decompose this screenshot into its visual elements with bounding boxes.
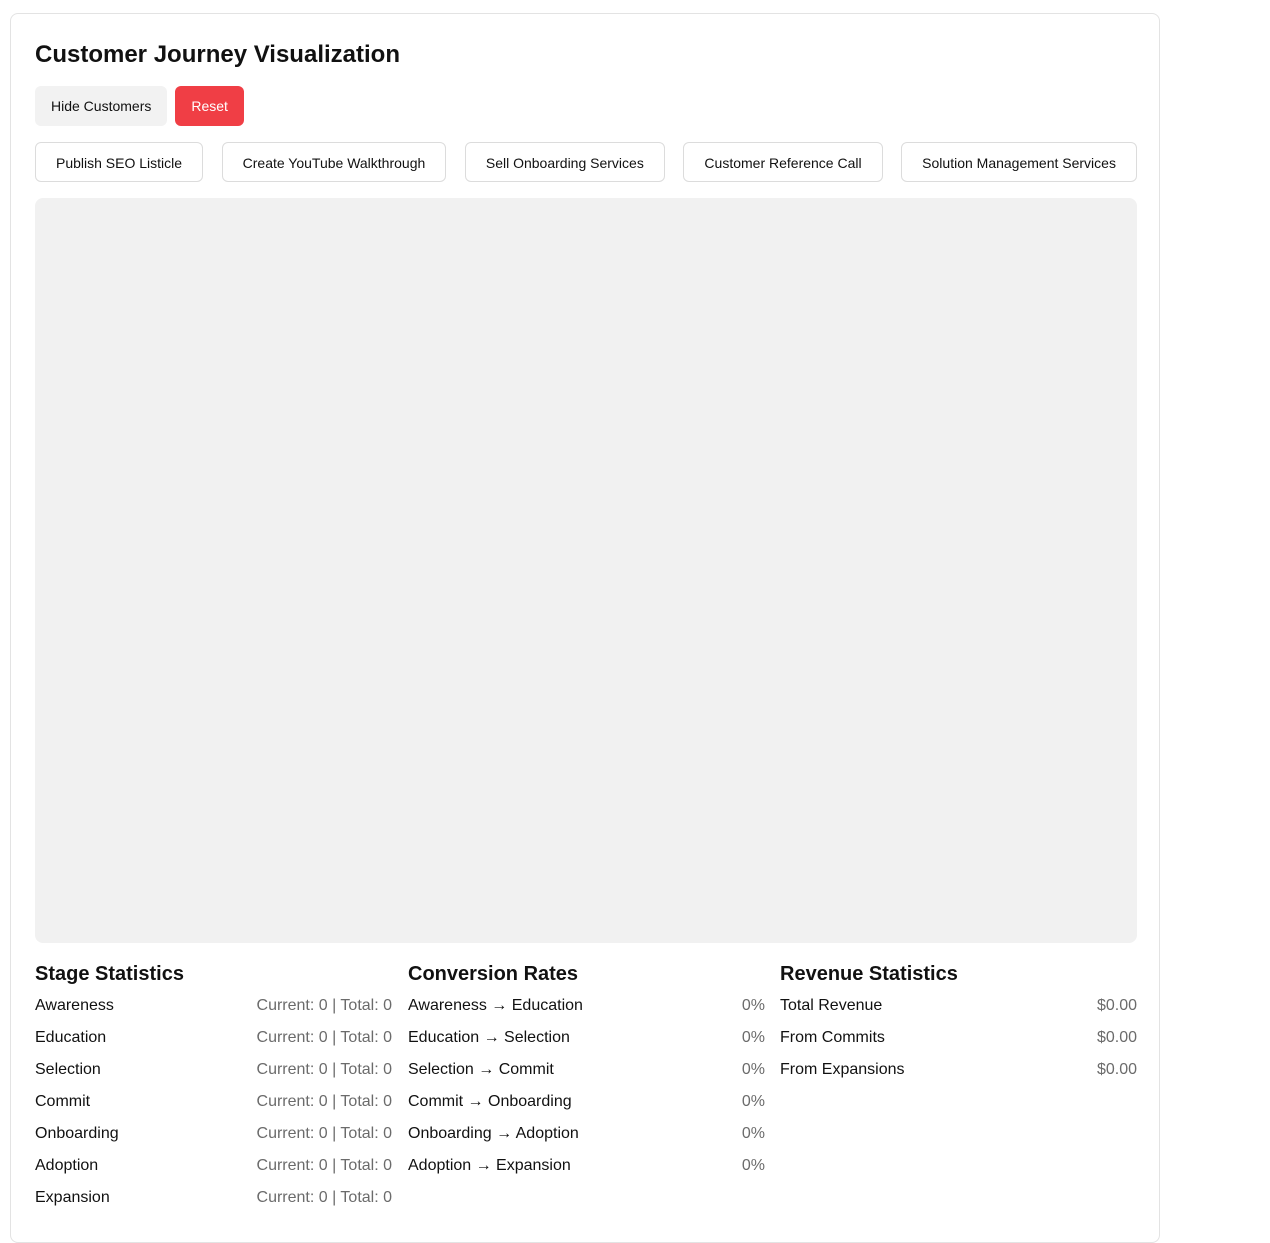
stage-value: Current: 0 | Total: 0 — [256, 1029, 392, 1046]
stage-row-commit: Commit Current: 0 | Total: 0 — [35, 1092, 392, 1124]
conversion-row: Onboarding → Adoption 0% — [408, 1124, 765, 1156]
conversion-label: Adoption → Expansion — [408, 1157, 571, 1174]
stage-label: Onboarding — [35, 1125, 119, 1142]
conversion-value: 0% — [741, 1093, 765, 1110]
stage-row-onboarding: Onboarding Current: 0 | Total: 0 — [35, 1124, 392, 1156]
conversion-value: 0% — [741, 1029, 765, 1046]
stage-row-adoption: Adoption Current: 0 | Total: 0 — [35, 1156, 392, 1188]
revenue-label: From Expansions — [780, 1061, 905, 1078]
stage-statistics-heading: Stage Statistics — [35, 963, 184, 985]
revenue-row-commits: From Commits $0.00 — [780, 1028, 1137, 1060]
revenue-value: $0.00 — [1096, 1029, 1137, 1046]
stage-label: Awareness — [35, 997, 114, 1014]
revenue-value: $0.00 — [1096, 997, 1137, 1014]
stage-row-expansion: Expansion Current: 0 | Total: 0 — [35, 1188, 392, 1220]
publish-seo-listicle-button[interactable]: Publish SEO Listicle — [35, 142, 204, 182]
customer-reference-call-button[interactable]: Customer Reference Call — [683, 142, 883, 182]
conversion-row: Education → Selection 0% — [408, 1028, 765, 1060]
stage-label: Selection — [35, 1061, 101, 1078]
conversion-rates-heading: Conversion Rates — [408, 963, 579, 985]
revenue-row-expansions: From Expansions $0.00 — [780, 1060, 1137, 1092]
solution-management-services-button[interactable]: Solution Management Services — [901, 142, 1137, 182]
hide-customers-button[interactable]: Hide Customers — [35, 86, 168, 126]
stage-row-education: Education Current: 0 | Total: 0 — [35, 1028, 392, 1060]
journey-visualization-canvas[interactable] — [35, 198, 1137, 943]
conversion-row: Adoption → Expansion 0% — [408, 1156, 765, 1188]
reset-button[interactable]: Reset — [175, 86, 244, 126]
main-card: Customer Journey Visualization Hide Cust… — [10, 13, 1160, 1243]
sell-onboarding-services-button[interactable]: Sell Onboarding Services — [464, 142, 665, 182]
revenue-statistics-heading: Revenue Statistics — [780, 963, 958, 985]
revenue-label: Total Revenue — [780, 997, 883, 1014]
conversion-label: Education → Selection — [408, 1029, 570, 1046]
action-button-row: Publish SEO Listicle Create YouTube Walk… — [35, 142, 1137, 182]
stage-label: Education — [35, 1029, 107, 1046]
conversion-value: 0% — [741, 1125, 765, 1142]
conversion-row: Commit → Onboarding 0% — [408, 1092, 765, 1124]
conversion-row: Awareness → Education 0% — [408, 996, 765, 1028]
create-youtube-walkthrough-button[interactable]: Create YouTube Walkthrough — [221, 142, 447, 182]
stage-value: Current: 0 | Total: 0 — [256, 1157, 392, 1174]
stage-value: Current: 0 | Total: 0 — [256, 1125, 392, 1142]
stage-label: Commit — [35, 1093, 91, 1110]
stage-value: Current: 0 | Total: 0 — [256, 1189, 392, 1206]
stage-row-selection: Selection Current: 0 | Total: 0 — [35, 1060, 392, 1092]
page-title: Customer Journey Visualization — [35, 41, 400, 68]
conversion-value: 0% — [741, 997, 765, 1014]
revenue-label: From Commits — [780, 1029, 885, 1046]
revenue-statistics-panel: Revenue Statistics Total Revenue $0.00 F… — [780, 962, 1137, 1092]
conversion-value: 0% — [741, 1157, 765, 1174]
stage-label: Expansion — [35, 1189, 110, 1206]
stage-label: Adoption — [35, 1157, 99, 1174]
conversion-rates-panel: Conversion Rates Awareness → Education 0… — [408, 962, 765, 1188]
conversion-label: Selection → Commit — [408, 1061, 554, 1078]
control-row: Hide Customers Reset — [35, 86, 244, 126]
conversion-row: Selection → Commit 0% — [408, 1060, 765, 1092]
conversion-label: Awareness → Education — [408, 997, 583, 1014]
revenue-value: $0.00 — [1096, 1061, 1137, 1078]
revenue-row-total: Total Revenue $0.00 — [780, 996, 1137, 1028]
stage-value: Current: 0 | Total: 0 — [256, 1061, 392, 1078]
conversion-label: Onboarding → Adoption — [408, 1125, 579, 1142]
stage-statistics-panel: Stage Statistics Awareness Current: 0 | … — [35, 962, 392, 1220]
stage-value: Current: 0 | Total: 0 — [256, 1093, 392, 1110]
conversion-label: Commit → Onboarding — [408, 1093, 572, 1110]
stage-row-awareness: Awareness Current: 0 | Total: 0 — [35, 996, 392, 1028]
conversion-value: 0% — [741, 1061, 765, 1078]
stage-value: Current: 0 | Total: 0 — [256, 997, 392, 1014]
